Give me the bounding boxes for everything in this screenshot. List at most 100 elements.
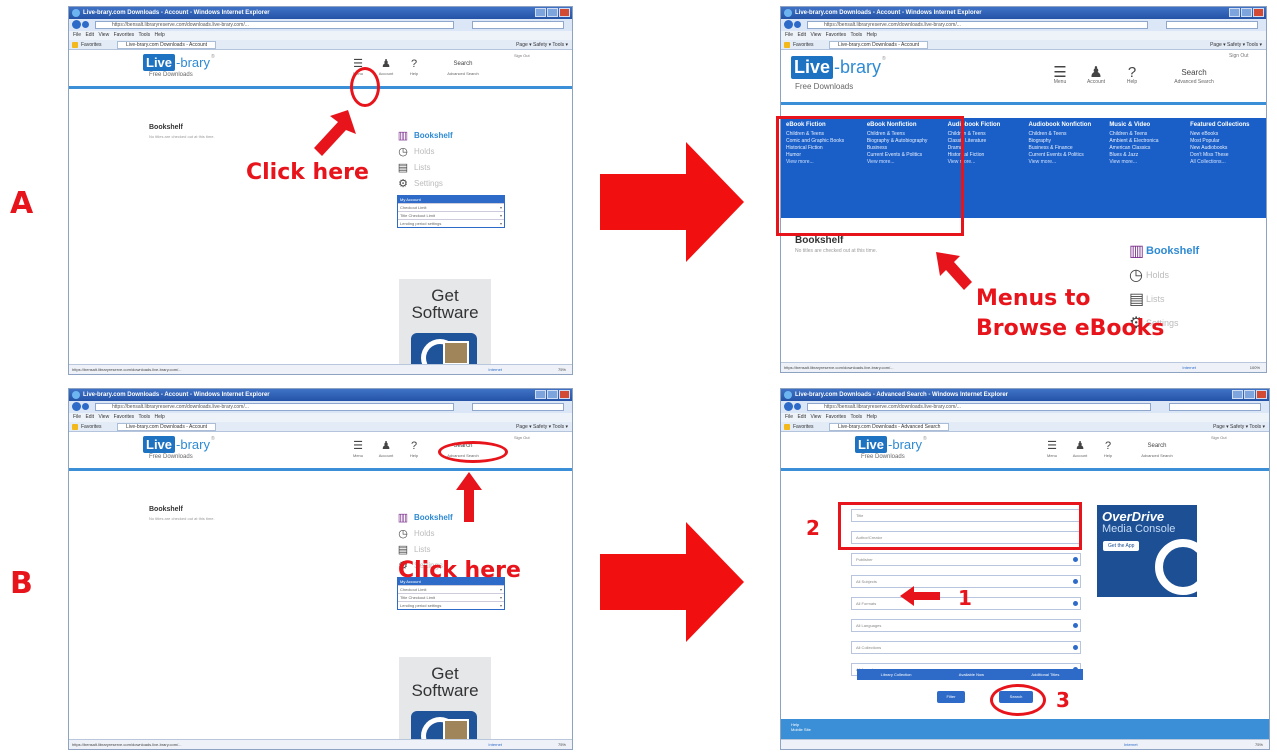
hamburger-icon: ☰ xyxy=(1047,440,1057,452)
facet-library-collection[interactable]: Library Collection xyxy=(881,669,912,680)
address-bar[interactable]: https://bensalt.libraryreserve.com/downl… xyxy=(781,401,1269,413)
person-icon: ♟ xyxy=(1075,440,1085,452)
bookshelf-empty-text: No titles are checked out at this time. xyxy=(149,134,215,139)
stopwatch-icon: ◷ xyxy=(1129,267,1143,284)
menu-button[interactable]: ☰ Menu xyxy=(349,440,367,458)
sidebar-item-holds[interactable]: ◷ Holds xyxy=(397,525,505,541)
menu-bar[interactable]: File Edit View Favorites Tools Help xyxy=(781,31,1266,40)
highlight-circle-advanced-search xyxy=(438,441,508,463)
site-subtitle: Free Downloads xyxy=(149,72,193,78)
menu-col-audiobook-nonfiction: Audiobook Nonfiction Children & Teens Biog… xyxy=(1028,122,1092,165)
availability-facets: Library Collection Available Now Additio… xyxy=(857,669,1083,680)
menu-button[interactable]: ☰ Menu xyxy=(1043,440,1061,458)
click-here-label-b: Click here xyxy=(398,558,521,583)
highlight-circle-menu xyxy=(350,67,380,107)
highlight-box-menus xyxy=(776,116,964,236)
stopwatch-icon: ◷ xyxy=(398,527,408,540)
pointer-arrow-b xyxy=(456,472,482,522)
status-bar: Internet 75% xyxy=(781,739,1269,749)
address-bar[interactable]: https://bensalt.libraryreserve.com/downl… xyxy=(781,19,1266,31)
clipboard-icon: ▤ xyxy=(1129,291,1145,308)
site-logo[interactable]: Live -brary ® xyxy=(143,436,215,453)
stopwatch-icon: ◷ xyxy=(398,145,408,158)
click-here-label-a: Click here xyxy=(246,160,369,185)
address-bar[interactable]: https://bensalt.libraryreserve.com/downl… xyxy=(69,19,572,31)
menu-button[interactable]: ☰ Menu xyxy=(1051,64,1069,85)
account-button[interactable]: ♟ Account xyxy=(1087,64,1105,85)
sidebar-item-bookshelf[interactable]: ▥ Bookshelf xyxy=(1129,239,1199,263)
sidebar-item-lists[interactable]: ▤ Lists xyxy=(1129,287,1199,311)
get-software-banner[interactable]: Get Software xyxy=(399,279,491,367)
search-button[interactable]: Search Advanced Search xyxy=(1159,66,1229,85)
menu-bar[interactable]: File Edit View Favorites Tools Help xyxy=(69,413,572,422)
site-logo[interactable]: Live -brary ® xyxy=(791,56,886,79)
account-button[interactable]: ♟ Account xyxy=(377,58,395,76)
account-button[interactable]: ♟ Account xyxy=(377,440,395,458)
account-button[interactable]: ♟ Account xyxy=(1071,440,1089,458)
books-icon: ▥ xyxy=(1129,243,1145,260)
books-icon: ▥ xyxy=(397,129,409,142)
status-bar: https://bensalt.libraryreserve.com/downl… xyxy=(781,362,1266,372)
menu-col-music-video: Music & Video Children & Teens Ambient & E… xyxy=(1109,122,1159,165)
books-icon: ▥ xyxy=(397,511,409,524)
menu-col-featured: Featured Collections New eBooks Most Popul… xyxy=(1190,122,1250,165)
sidebar-item-bookshelf[interactable]: ▥ Bookshelf xyxy=(397,509,505,525)
person-icon: ♟ xyxy=(381,58,391,70)
my-account-box: My Account Checkout Limit ▾ Title Checkou… xyxy=(397,195,505,228)
menus-label-line1: Menus to xyxy=(976,286,1091,311)
pointer-arrow-a xyxy=(314,110,356,156)
clipboard-icon: ▤ xyxy=(397,161,409,174)
facet-available-now[interactable]: Available Now xyxy=(959,669,984,680)
filter-button[interactable]: Filter xyxy=(937,691,965,703)
row-label-b: B xyxy=(10,566,33,601)
help-button[interactable]: ? Help xyxy=(405,58,423,76)
site-logo[interactable]: Live -brary ® xyxy=(143,54,215,71)
get-software-banner[interactable]: Get Software xyxy=(399,657,491,745)
menu-bar[interactable]: File Edit View Favorites Tools Help xyxy=(69,31,572,40)
highlight-box-title-author xyxy=(838,502,1082,550)
sidebar-item-holds[interactable]: ◷ Holds xyxy=(397,143,505,159)
publisher-field[interactable]: Publisher xyxy=(851,553,1081,566)
help-button[interactable]: ? Help xyxy=(1099,440,1117,458)
facet-additional-titles[interactable]: Additional Titles xyxy=(1031,669,1059,680)
menus-label-line2: Browse eBooks xyxy=(976,316,1165,341)
page-footer: Help Mobile Site xyxy=(781,719,1269,741)
sidebar-item-holds[interactable]: ◷ Holds xyxy=(1129,263,1199,287)
step-3-label: 3 xyxy=(1056,688,1070,712)
bookshelf-heading: Bookshelf xyxy=(149,506,183,513)
step-2-label: 2 xyxy=(806,516,820,540)
hamburger-icon: ☰ xyxy=(1053,64,1067,81)
highlight-circle-search xyxy=(990,684,1046,716)
person-icon: ♟ xyxy=(381,440,391,452)
search-button[interactable]: Search Advanced Search xyxy=(1127,440,1187,458)
help-button[interactable]: ? Help xyxy=(405,440,423,458)
row-label-a: A xyxy=(10,186,34,221)
overdrive-ad[interactable]: OverDrive Media Console Get the App xyxy=(1097,505,1197,597)
address-bar[interactable]: https://bensalt.libraryreserve.com/downl… xyxy=(69,401,572,413)
sidebar-item-bookshelf[interactable]: ▥ Bookshelf xyxy=(397,127,505,143)
bookshelf-heading: Bookshelf xyxy=(795,235,844,246)
collections-select[interactable]: All Collections xyxy=(851,641,1081,654)
question-icon: ? xyxy=(410,440,418,452)
gears-icon: ⚙ xyxy=(398,177,408,190)
languages-select[interactable]: All Languages xyxy=(851,619,1081,632)
big-right-arrow-a xyxy=(600,142,744,262)
person-icon: ♟ xyxy=(1089,64,1103,81)
help-button[interactable]: ? Help xyxy=(1123,64,1141,85)
question-icon: ? xyxy=(1104,440,1112,452)
status-bar: https://bensalt.libraryreserve.com/downl… xyxy=(69,364,572,374)
sign-out-link[interactable]: Sign Out xyxy=(514,53,530,58)
site-logo[interactable]: Live -brary ® xyxy=(855,436,927,453)
pointer-arrow-step1 xyxy=(900,586,940,606)
hamburger-icon: ☰ xyxy=(353,440,363,452)
sidebar-item-lists[interactable]: ▤ Lists xyxy=(397,159,505,175)
menu-bar[interactable]: File Edit View Favorites Tools Help xyxy=(781,413,1269,422)
clipboard-icon: ▤ xyxy=(397,543,409,556)
search-button[interactable]: Search Advanced Search xyxy=(433,58,493,76)
big-right-arrow-b xyxy=(600,522,744,642)
question-icon: ? xyxy=(1127,64,1137,81)
sidebar-item-lists[interactable]: ▤ Lists xyxy=(397,541,505,557)
pointer-arrow-menus xyxy=(936,252,972,290)
status-bar: https://bensalt.libraryreserve.com/downl… xyxy=(69,739,572,749)
sidebar-item-settings[interactable]: ⚙ Settings xyxy=(397,175,505,191)
